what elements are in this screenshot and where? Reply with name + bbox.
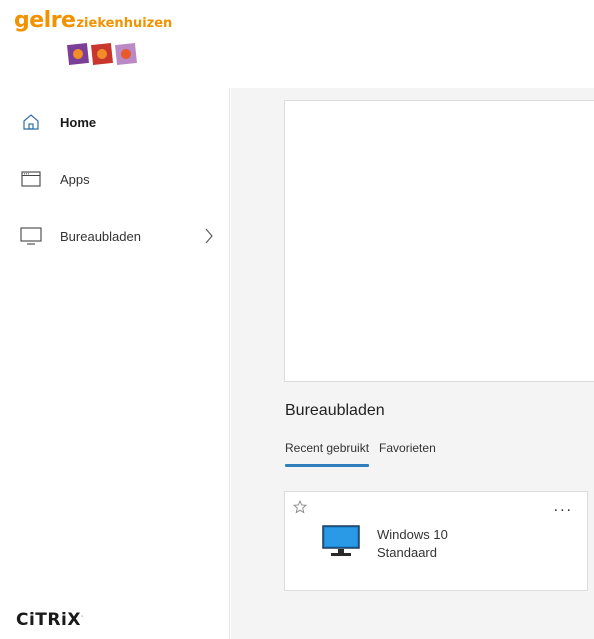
desktop-card-title-line2: Standaard: [377, 545, 437, 560]
tab-favorieten[interactable]: Favorieten: [379, 441, 436, 467]
sidebar: Home Apps Bureaubladen CiTRiX·: [0, 88, 230, 639]
sidebar-item-home[interactable]: Home: [0, 100, 230, 144]
logo-square: [91, 43, 113, 65]
logo-square: [67, 43, 89, 65]
logo-main-text: gelre: [14, 8, 76, 33]
header: gelreziekenhuizen: [0, 0, 594, 88]
desktop-icon: [20, 226, 42, 246]
gelre-logo: gelreziekenhuizen: [14, 8, 172, 33]
logo-squares: [67, 43, 137, 65]
sidebar-item-bureaubladen[interactable]: Bureaubladen: [0, 214, 230, 258]
section-title: Bureaubladen: [285, 402, 385, 419]
sidebar-item-label: Bureaubladen: [60, 228, 141, 244]
sidebar-item-label: Apps: [60, 171, 90, 187]
home-icon: [20, 112, 42, 132]
sidebar-item-label: Home: [60, 114, 97, 130]
main-content: Bureaubladen Recent gebruikt Favorieten …: [231, 88, 594, 639]
chevron-right-icon: [204, 228, 214, 249]
monitor-icon: [321, 524, 361, 563]
citrix-logo-text: CiTRiX: [16, 610, 81, 630]
banner-panel: [284, 100, 594, 382]
more-options-button[interactable]: ...: [554, 499, 573, 515]
star-outline-icon[interactable]: [292, 499, 308, 519]
tab-recent-gebruikt[interactable]: Recent gebruikt: [285, 441, 370, 467]
desktop-card[interactable]: ... Windows 10 Standaard: [284, 491, 588, 591]
citrix-logo: CiTRiX·: [16, 610, 84, 630]
logo-sub-text: ziekenhuizen: [76, 16, 173, 31]
desktop-card-title: Windows 10 Standaard: [377, 526, 527, 562]
apps-window-icon: [20, 169, 42, 189]
logo-square: [115, 43, 137, 65]
tab-bar: Recent gebruikt Favorieten: [285, 441, 436, 467]
desktop-card-title-line1: Windows 10: [377, 527, 448, 542]
sidebar-item-apps[interactable]: Apps: [0, 157, 230, 201]
